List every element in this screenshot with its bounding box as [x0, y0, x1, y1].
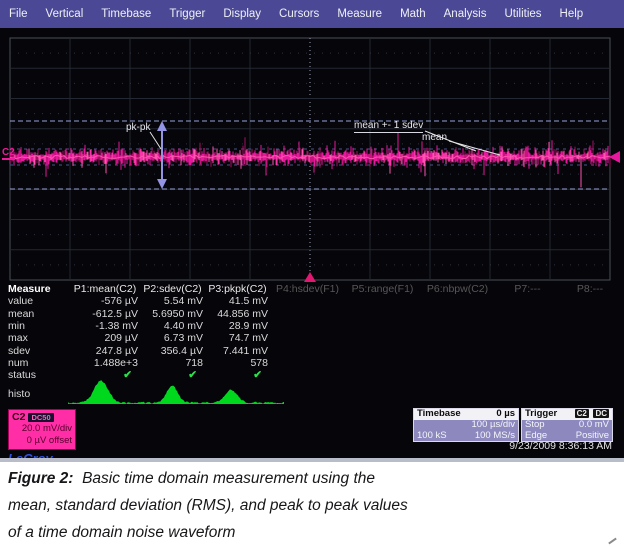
table-row: MeasureP1:mean(C2)P2:sdev(C2)P3:pkpk(C2)…	[8, 283, 620, 295]
noise-waveform	[10, 133, 610, 188]
measure-row-label-num: num	[8, 357, 70, 369]
measure-value-p1-num: 1.488e+3	[70, 357, 140, 369]
measure-row-label-min: min	[8, 320, 70, 332]
measure-header-p5[interactable]: P5:range(F1)	[345, 283, 420, 295]
menu-item-vertical[interactable]: Vertical	[37, 8, 93, 20]
scope-display: C2 pk-pk mean +- 1 sdev mean MeasureP1:m…	[0, 28, 624, 462]
trigger-level-marker	[609, 151, 620, 163]
measure-header-p6[interactable]: P6:nbpw(C2)	[420, 283, 495, 295]
menu-item-utilities[interactable]: Utilities	[495, 8, 550, 20]
menu-bar: File Vertical Timebase Trigger Display C…	[0, 0, 624, 28]
measure-row-label-sdev: sdev	[8, 345, 70, 357]
waveform-grid-canvas	[0, 28, 624, 462]
table-row: num1.488e+3718578	[8, 357, 620, 369]
measure-row-label-max: max	[8, 332, 70, 344]
trigger-coupling-badge: DC	[593, 409, 609, 418]
timebase-title: Timebase	[417, 409, 461, 420]
status-check-p1: ✔	[70, 369, 140, 381]
measure-header-p7[interactable]: P7:---	[495, 283, 560, 295]
mean-sdev-annotation: mean +- 1 sdev	[354, 120, 423, 133]
menu-item-analysis[interactable]: Analysis	[435, 8, 496, 20]
measure-value-p1-max: 209 µV	[70, 332, 140, 344]
measure-value-p2-min: 4.40 mV	[140, 320, 205, 332]
measure-table-title: Measure	[8, 283, 70, 295]
measure-row-label-status: status	[8, 369, 70, 381]
oscilloscope-screenshot: File Vertical Timebase Trigger Display C…	[0, 0, 624, 547]
measure-header-p1[interactable]: P1:mean(C2)	[70, 283, 140, 295]
measure-value-p3-value: 41.5 mV	[205, 295, 270, 307]
measure-value-p1-sdev: 247.8 µV	[70, 345, 140, 357]
menu-item-timebase[interactable]: Timebase	[92, 8, 160, 20]
measure-value-p2-num: 718	[140, 357, 205, 369]
menu-item-display[interactable]: Display	[214, 8, 270, 20]
caption-figure-label: Figure 2:	[8, 470, 73, 487]
table-row: max209 µV6.73 mV74.7 mV	[8, 332, 620, 344]
menu-item-measure[interactable]: Measure	[328, 8, 391, 20]
measure-value-p2-sdev: 356.4 µV	[140, 345, 205, 357]
table-row: status✔✔✔	[8, 369, 620, 381]
caption-line2: mean, standard deviation (RMS), and peak…	[8, 492, 624, 519]
pkpk-annotation: pk-pk	[126, 122, 150, 133]
caption-line1: Basic time domain measurement using the	[82, 470, 375, 487]
table-row: min-1.38 mV4.40 mV28.9 mV	[8, 320, 620, 332]
caption-line3: of a time domain noise waveform	[8, 519, 624, 546]
timebase-scale: 100 µs/div	[472, 420, 516, 431]
trigger-descriptor[interactable]: Trigger C2 DC Stop 0.0 mV Edge Positive	[521, 408, 613, 442]
menu-item-file[interactable]: File	[0, 8, 37, 20]
measure-value-p2-value: 5.54 mV	[140, 295, 205, 307]
histogram-trace	[68, 380, 284, 404]
measure-value-p1-min: -1.38 mV	[70, 320, 140, 332]
measure-header-p4[interactable]: P4:hsdev(F1)	[270, 283, 345, 295]
table-row: sdev247.8 µV356.4 µV7.441 mV	[8, 344, 620, 356]
measure-value-p1-value: -576 µV	[70, 295, 140, 307]
channel-c2-descriptor[interactable]: C2 DC50 20.0 mV/div 0 µV offset	[8, 409, 76, 450]
measure-value-p3-sdev: 7.441 mV	[205, 345, 270, 357]
trigger-level: 0.0 mV	[579, 420, 609, 431]
measure-header-p3[interactable]: P3:pkpk(C2)	[205, 283, 270, 295]
measure-value-p3-min: 28.9 mV	[205, 320, 270, 332]
timebase-descriptor[interactable]: Timebase 0 µs 100 µs/div 100 kS 100 MS/s	[413, 408, 519, 442]
measure-value-p1-mean: -612.5 µV	[70, 308, 140, 320]
channel-label: C2	[12, 411, 25, 423]
trigger-mode: Stop	[525, 420, 545, 431]
menu-item-help[interactable]: Help	[551, 8, 593, 20]
table-row: value-576 µV5.54 mV41.5 mV	[8, 295, 620, 307]
measure-value-p2-max: 6.73 mV	[140, 332, 205, 344]
status-check-p2: ✔	[140, 369, 205, 381]
menu-item-math[interactable]: Math	[391, 8, 435, 20]
measure-value-p3-mean: 44.856 mV	[205, 308, 270, 320]
datetime-display: 9/23/2009 8:36:13 AM	[509, 440, 612, 452]
measure-row-label-mean: mean	[8, 308, 70, 320]
figure-caption: Figure 2: Basic time domain measurement …	[0, 462, 624, 547]
table-row: mean-612.5 µV5.6950 mV44.856 mV	[8, 308, 620, 320]
measure-row-label-histo: histo	[8, 388, 30, 400]
volts-per-div: 20.0 mV/div	[12, 423, 72, 435]
status-check-p3: ✔	[205, 369, 270, 381]
channel-c2-zero-marker[interactable]: C2	[2, 148, 15, 160]
measure-row-label-value: value	[8, 295, 70, 307]
mean-annotation: mean	[422, 132, 447, 143]
measure-header-p2[interactable]: P2:sdev(C2)	[140, 283, 205, 295]
timebase-samples: 100 kS	[417, 431, 447, 442]
menu-item-cursors[interactable]: Cursors	[270, 8, 328, 20]
trigger-source-badge: C2	[575, 409, 589, 418]
measure-header-p8[interactable]: P8:---	[560, 283, 620, 295]
trigger-time-marker	[304, 272, 316, 282]
measure-value-p3-max: 74.7 mV	[205, 332, 270, 344]
measure-value-p3-num: 578	[205, 357, 270, 369]
measure-table: MeasureP1:mean(C2)P2:sdev(C2)P3:pkpk(C2)…	[8, 283, 620, 381]
menu-item-trigger[interactable]: Trigger	[160, 8, 214, 20]
measure-value-p2-mean: 5.6950 mV	[140, 308, 205, 320]
channel-offset: 0 µV offset	[12, 435, 72, 447]
coupling-badge: DC50	[28, 413, 53, 422]
